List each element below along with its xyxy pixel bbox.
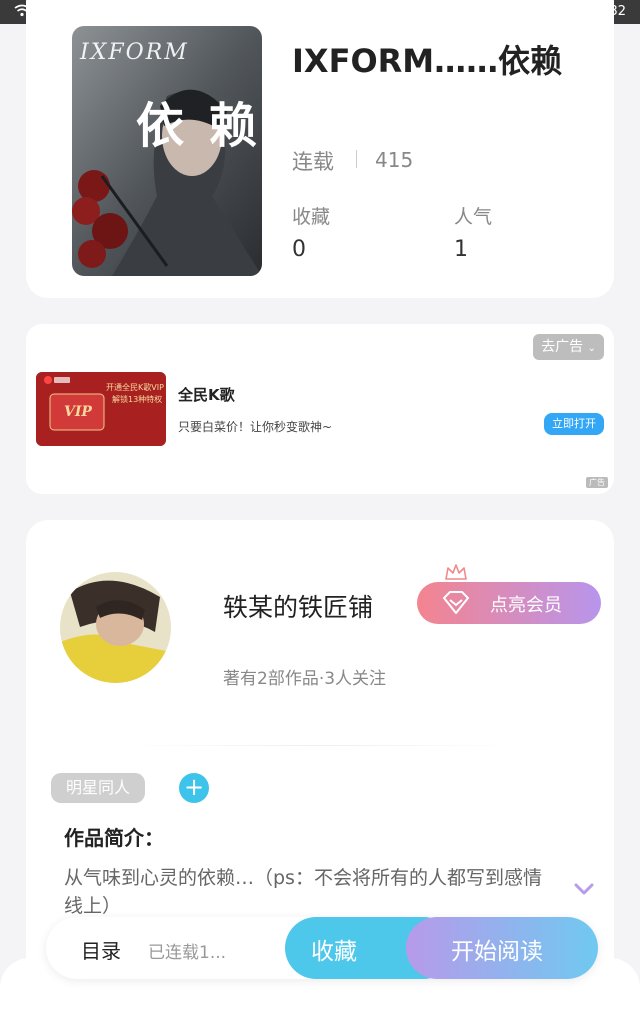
chevron-down-icon: ⌄ — [587, 343, 596, 354]
book-cover[interactable]: IXFORM 依 赖 — [72, 26, 262, 276]
cover-title-text: 依 赖 — [136, 98, 261, 154]
vip-button-label: 点亮会员 — [490, 595, 562, 616]
remove-ad-button[interactable]: 去广告 ⌄ — [533, 334, 604, 360]
intro-heading: 作品简介： — [64, 826, 164, 850]
cover-script-text: IXFORM — [80, 40, 189, 65]
add-tag-button[interactable]: + — [179, 773, 209, 803]
favorites-label: 收藏 — [292, 206, 331, 228]
diamond-icon — [443, 591, 469, 614]
ad-image[interactable]: VIP 开通全民K歌VIP 解锁13种特权 — [36, 372, 166, 446]
popularity-value: 1 — [454, 237, 468, 262]
author-avatar[interactable] — [60, 572, 171, 683]
ad-card[interactable]: 去广告 ⌄ VIP 开通全民K歌VIP 解锁13种特权 全民K歌 只要白菜价！让… — [26, 324, 614, 494]
ad-open-button[interactable]: 立即打开 — [544, 413, 604, 435]
favorites-value: 0 — [292, 237, 306, 262]
book-info-card: IXFORM 依 赖 IXFORM……依赖 连载 415 收藏 0 人气 1 — [26, 0, 614, 298]
start-reading-label: 开始阅读 — [451, 939, 543, 965]
bottom-action-bar: 目录 已连载1... 收藏 开始阅读 — [46, 917, 598, 979]
serial-count: 415 — [375, 148, 414, 172]
ad-image-line1: 开通全民K歌VIP — [106, 383, 164, 392]
favorite-button-label: 收藏 — [311, 939, 357, 965]
intro-text: 从气味到心灵的依赖…（ps：不会将所有的人都写到感情线上） — [64, 867, 542, 917]
expand-chevron-icon[interactable] — [573, 882, 595, 896]
table-of-contents-button[interactable]: 目录 — [81, 935, 121, 964]
light-up-vip-button[interactable]: 点亮会员 — [417, 582, 601, 624]
start-reading-button[interactable]: 开始阅读 — [406, 917, 598, 979]
remove-ad-label: 去广告 — [541, 339, 584, 355]
author-meta: 著有2部作品·3人关注 — [223, 669, 387, 689]
section-divider — [126, 745, 514, 746]
book-title: IXFORM……依赖 — [292, 42, 563, 80]
serial-separator — [356, 150, 357, 168]
serial-status[interactable]: 已连载1... — [148, 938, 226, 963]
ad-mark: 广告 — [586, 477, 608, 488]
avatar-art — [60, 572, 171, 683]
popularity-label: 人气 — [454, 206, 493, 228]
author-name[interactable]: 轶某的铁匠铺 — [223, 588, 373, 624]
ad-image-vip: VIP — [64, 404, 92, 420]
serial-label: 连载 — [292, 150, 334, 174]
ad-description: 只要白菜价！让你秒变歌神~ — [178, 420, 333, 434]
ad-image-line2: 解锁13种特权 — [112, 395, 163, 404]
ad-app-name: 全民K歌 — [178, 386, 235, 404]
crown-icon — [445, 564, 467, 580]
tag-chip[interactable]: 明星同人 — [51, 773, 146, 803]
